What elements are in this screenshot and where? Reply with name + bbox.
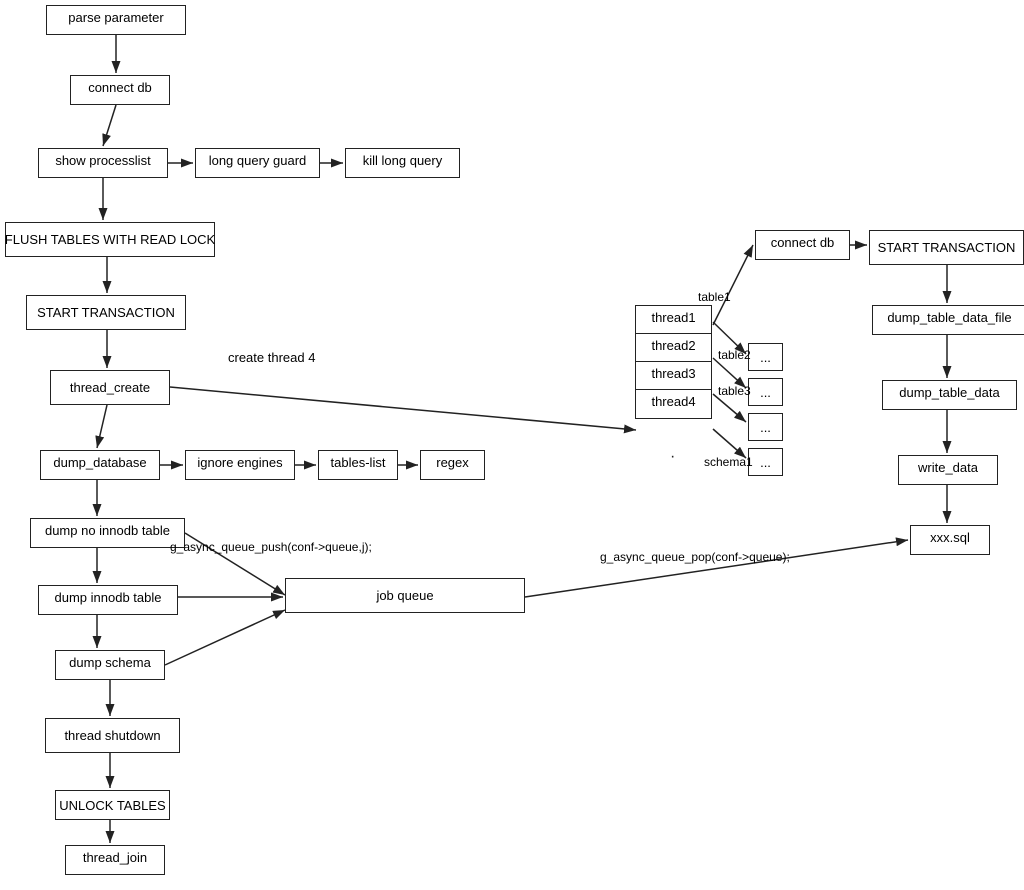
thread4-label: thread4	[651, 394, 695, 409]
write-data-node: write_data	[898, 455, 998, 485]
flush-tables-label: FLUSH TABLES WITH READ LOCK	[5, 232, 215, 247]
parse-parameter-label: parse parameter	[68, 10, 163, 25]
connect-db-right-label: connect db	[771, 235, 835, 250]
table2-dot-label: ...	[760, 385, 771, 400]
table3-dot-label: ...	[760, 420, 771, 435]
dump-innodb-label: dump innodb table	[55, 590, 162, 605]
regex-node: regex	[420, 450, 485, 480]
schema1-dot-node: ...	[748, 448, 783, 476]
ignore-engines-node: ignore engines	[185, 450, 295, 480]
thread-create-node: thread_create	[50, 370, 170, 405]
vertical-dots: ·	[670, 448, 675, 466]
start-transaction-right-node: START TRANSACTION	[869, 230, 1024, 265]
dump-no-innodb-label: dump no innodb table	[45, 523, 170, 538]
tables-list-label: tables-list	[331, 455, 386, 470]
dump-schema-label: dump schema	[69, 655, 151, 670]
job-queue-node: job queue	[285, 578, 525, 613]
kill-long-query-label: kill long query	[363, 153, 443, 168]
create-thread4-label: create thread 4	[228, 350, 315, 365]
dump-schema-node: dump schema	[55, 650, 165, 680]
table1-label: table1	[698, 290, 731, 304]
xxx-sql-label: xxx.sql	[930, 530, 970, 545]
thread3-label: thread3	[651, 366, 695, 381]
kill-long-query-node: kill long query	[345, 148, 460, 178]
flush-tables-node: FLUSH TABLES WITH READ LOCK	[5, 222, 215, 257]
dump-innodb-node: dump innodb table	[38, 585, 178, 615]
show-processlist-node: show processlist	[38, 148, 168, 178]
dump-table-data-file-node: dump_table_data_file	[872, 305, 1024, 335]
table2-dot-node: ...	[748, 378, 783, 406]
thread1-label: thread1	[651, 310, 695, 325]
thread-join-node: thread_join	[65, 845, 165, 875]
schema1-label: schema1	[704, 455, 753, 469]
regex-label: regex	[436, 455, 469, 470]
table2-label: table2	[718, 348, 751, 362]
dump-table-data-node: dump_table_data	[882, 380, 1017, 410]
connect-db-node: connect db	[70, 75, 170, 105]
dump-table-data-label: dump_table_data	[899, 385, 999, 400]
dump-no-innodb-node: dump no innodb table	[30, 518, 185, 548]
thread-create-label: thread_create	[70, 380, 150, 395]
thread2-label: thread2	[651, 338, 695, 353]
unlock-tables-node: UNLOCK TABLES	[55, 790, 170, 820]
show-processlist-label: show processlist	[55, 153, 150, 168]
start-transaction-left-node: START TRANSACTION	[26, 295, 186, 330]
ignore-engines-label: ignore engines	[197, 455, 282, 470]
g-async-pop-label: g_async_queue_pop(conf->queue);	[600, 550, 790, 564]
job-queue-label: job queue	[376, 588, 433, 603]
table1-dot-node: ...	[748, 343, 783, 371]
unlock-tables-label: UNLOCK TABLES	[59, 798, 165, 813]
table3-label: table3	[718, 384, 751, 398]
table3-dot-node: ...	[748, 413, 783, 441]
thread2-node: thread2	[636, 334, 711, 362]
parse-parameter-node: parse parameter	[46, 5, 186, 35]
tables-list-node: tables-list	[318, 450, 398, 480]
table1-dot-label: ...	[760, 350, 771, 365]
long-query-guard-node: long query guard	[195, 148, 320, 178]
thread3-node: thread3	[636, 362, 711, 390]
dump-table-data-file-label: dump_table_data_file	[887, 310, 1011, 325]
g-async-push-label: g_async_queue_push(conf->queue,j);	[170, 540, 372, 554]
connect-db-right-node: connect db	[755, 230, 850, 260]
thread4-node: thread4	[636, 390, 711, 418]
dump-database-node: dump_database	[40, 450, 160, 480]
start-transaction-right-label: START TRANSACTION	[878, 240, 1016, 255]
long-query-guard-label: long query guard	[209, 153, 307, 168]
thread-shutdown-label: thread shutdown	[64, 728, 160, 743]
start-transaction-left-label: START TRANSACTION	[37, 305, 175, 320]
dump-database-label: dump_database	[53, 455, 146, 470]
xxx-sql-node: xxx.sql	[910, 525, 990, 555]
connect-db-label: connect db	[88, 80, 152, 95]
write-data-label: write_data	[918, 460, 978, 475]
thread-join-label: thread_join	[83, 850, 147, 865]
thread-shutdown-node: thread shutdown	[45, 718, 180, 753]
thread1-node: thread1	[636, 306, 711, 334]
schema1-dot-label: ...	[760, 455, 771, 470]
